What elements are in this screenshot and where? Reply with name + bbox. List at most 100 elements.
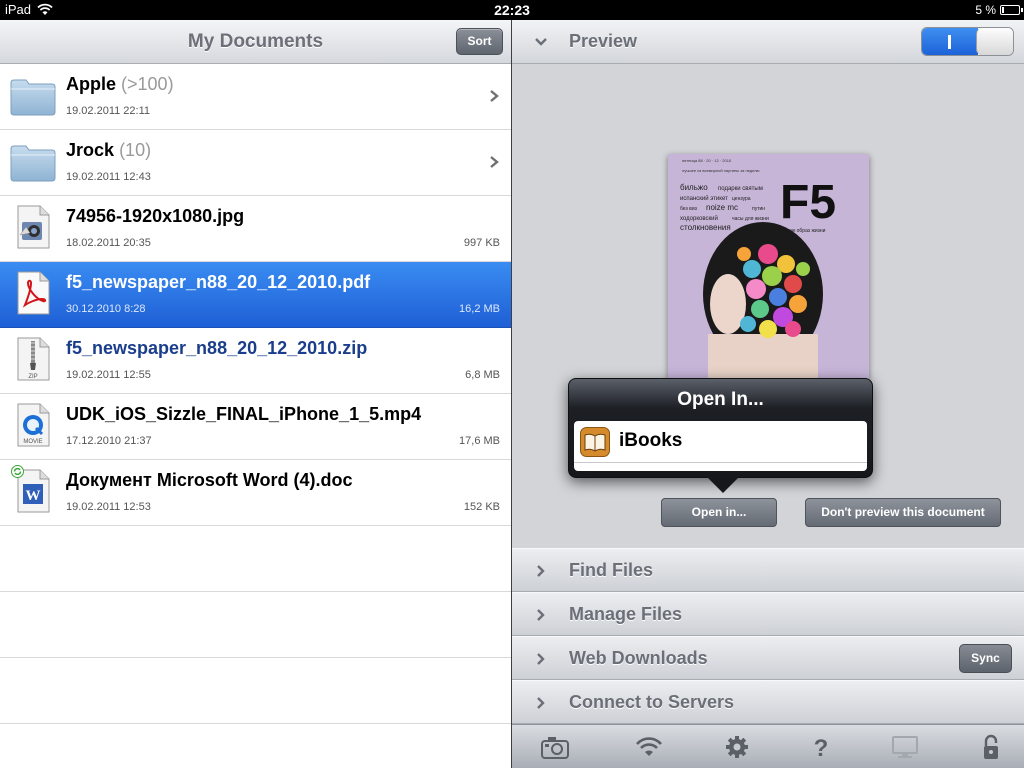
section-title: Connect to Servers [569, 692, 735, 712]
file-list: Apple (>100) 19.02.2011 22:11 Jrock (10)… [0, 64, 511, 724]
sort-button[interactable]: Sort [456, 28, 503, 55]
sync-badge-icon [11, 465, 24, 478]
chevron-right-icon [537, 609, 545, 621]
folder-icon [10, 145, 56, 182]
file-name: Apple [66, 74, 117, 94]
status-bar: iPad 22:23 5 % [0, 0, 1024, 20]
chevron-down-icon [535, 38, 547, 46]
preview-toggle[interactable] [921, 27, 1014, 56]
popover-item-label: iBooks [619, 430, 683, 451]
battery-icon [1000, 5, 1023, 15]
page-title: My Documents [187, 31, 324, 52]
cover-line: noize mc [706, 203, 738, 212]
cover-line: столкновения [680, 223, 731, 232]
folder-icon [10, 79, 56, 116]
movie-file-icon: MOVIE [17, 403, 50, 447]
open-in-ibooks[interactable]: iBooks [574, 421, 867, 463]
list-item[interactable]: Jrock (10) 19.02.2011 12:43 [0, 130, 511, 196]
documents-pane: My Documents Sort Apple (>100) 19.02.201… [0, 20, 511, 768]
empty-row [0, 592, 511, 658]
file-date: 19.02.2011 12:53 [66, 501, 151, 513]
find-files-section[interactable]: Find Files [512, 548, 1024, 592]
wifi-icon[interactable] [634, 734, 664, 760]
svg-text:?: ? [814, 735, 829, 760]
cover-line: часы для жизни [732, 216, 769, 222]
connect-servers-section[interactable]: Connect to Servers [512, 680, 1024, 724]
file-size: 17,6 MB [459, 435, 500, 447]
file-date: 19.02.2011 12:55 [66, 369, 151, 381]
file-date: 19.02.2011 12:43 [66, 171, 151, 183]
open-in-popover: Open In... iBooks [568, 378, 873, 478]
file-name: Jrock [66, 140, 115, 160]
list-item[interactable]: W Документ Microsoft Word (4).doc 19.02.… [0, 460, 511, 526]
details-pane: Preview пятница 88 · 20 · 12 · 2010 лучш… [512, 20, 1024, 768]
list-item[interactable]: ZIP f5_newspaper_n88_20_12_2010.zip 19.0… [0, 328, 511, 394]
list-item[interactable]: Apple (>100) 19.02.2011 22:11 [0, 64, 511, 130]
clock: 22:23 [494, 2, 530, 18]
camera-icon[interactable] [540, 734, 570, 760]
magazine-cover-image: пятница 88 · 20 · 12 · 2010 лучшее из вс… [668, 154, 869, 379]
gear-icon[interactable] [722, 734, 752, 760]
chevron-right-icon [537, 653, 545, 665]
file-date: 19.02.2011 22:11 [66, 105, 151, 117]
section-title: Web Downloads [569, 648, 708, 668]
web-downloads-section[interactable]: Web Downloads Sync [512, 636, 1024, 680]
preview-section-header[interactable]: Preview [512, 20, 1024, 64]
manage-files-section[interactable]: Manage Files [512, 592, 1024, 636]
pdf-file-icon [17, 271, 50, 315]
empty-row [0, 526, 511, 592]
section-title: Find Files [569, 560, 654, 580]
chevron-right-icon [490, 156, 499, 168]
file-name: Документ Microsoft Word (4).doc [66, 470, 353, 490]
masthead: F5 [780, 176, 836, 229]
file-name: f5_newspaper_n88_20_12_2010.zip [66, 338, 368, 358]
file-size: 16,2 MB [459, 303, 500, 315]
svg-text:MOVIE: MOVIE [23, 439, 42, 445]
file-date: 30.12.2010 8:28 [66, 303, 146, 315]
file-name: 74956-1920x1080.jpg [66, 206, 245, 226]
document-thumbnail[interactable]: пятница 88 · 20 · 12 · 2010 лучшее из вс… [668, 154, 869, 379]
ipad-screen: iPad 22:23 5 % My Documents Sort Apple (… [0, 0, 1024, 768]
open-in-button[interactable]: Open in... [661, 498, 777, 527]
documents-header: My Documents Sort [0, 20, 511, 64]
cover-line: путин [752, 206, 765, 212]
battery-percent: 5 % [975, 3, 996, 17]
bottom-toolbar: ? [512, 724, 1024, 768]
popover-arrow [707, 477, 739, 493]
dont-preview-button[interactable]: Don't preview this document [805, 498, 1001, 527]
zip-file-icon: ZIP [17, 337, 50, 381]
help-icon[interactable]: ? [806, 734, 836, 760]
list-item-selected[interactable]: f5_newspaper_n88_20_12_2010.pdf 30.12.20… [0, 262, 511, 328]
svg-text:пятница 88 · 20 · 12 · 2010: пятница 88 · 20 · 12 · 2010 [682, 158, 732, 163]
list-item[interactable]: MOVIE UDK_iOS_Sizzle_FINAL_iPhone_1_5.mp… [0, 394, 511, 460]
svg-text:лучшее из всемирной паутины за: лучшее из всемирной паутины за неделю [682, 168, 760, 173]
preview-area: пятница 88 · 20 · 12 · 2010 лучшее из вс… [512, 64, 1024, 548]
section-title: Manage Files [569, 604, 683, 624]
empty-row [0, 658, 511, 724]
file-date: 17.12.2010 21:37 [66, 435, 152, 447]
file-size: 152 KB [463, 501, 500, 513]
item-count: (>100) [121, 74, 174, 94]
file-date: 18.02.2011 20:35 [66, 237, 151, 249]
file-size: 6,8 MB [465, 369, 500, 381]
lock-icon[interactable] [976, 734, 1006, 760]
chevron-right-icon [537, 697, 545, 709]
chevron-right-icon [490, 90, 499, 102]
cover-line: испанский этикет [680, 195, 728, 202]
item-count: (10) [119, 140, 152, 160]
popover-title: Open In... [677, 389, 764, 410]
sync-button[interactable]: Sync [959, 644, 1012, 673]
ibooks-icon [580, 427, 610, 457]
image-file-icon [17, 205, 50, 249]
monitor-icon[interactable] [890, 734, 920, 760]
popover-list: iBooks [574, 421, 867, 471]
chevron-right-icon [537, 565, 545, 577]
cover-line: ходорковский [680, 215, 718, 222]
file-size: 997 KB [463, 237, 500, 249]
svg-text:W: W [26, 488, 41, 504]
cover-line: подарки святым [718, 186, 763, 192]
svg-text:ZIP: ZIP [28, 374, 37, 380]
cover-line: бильжо [680, 183, 708, 192]
file-name: f5_newspaper_n88_20_12_2010.pdf [66, 272, 371, 292]
list-item[interactable]: 74956-1920x1080.jpg 18.02.2011 20:35 997… [0, 196, 511, 262]
